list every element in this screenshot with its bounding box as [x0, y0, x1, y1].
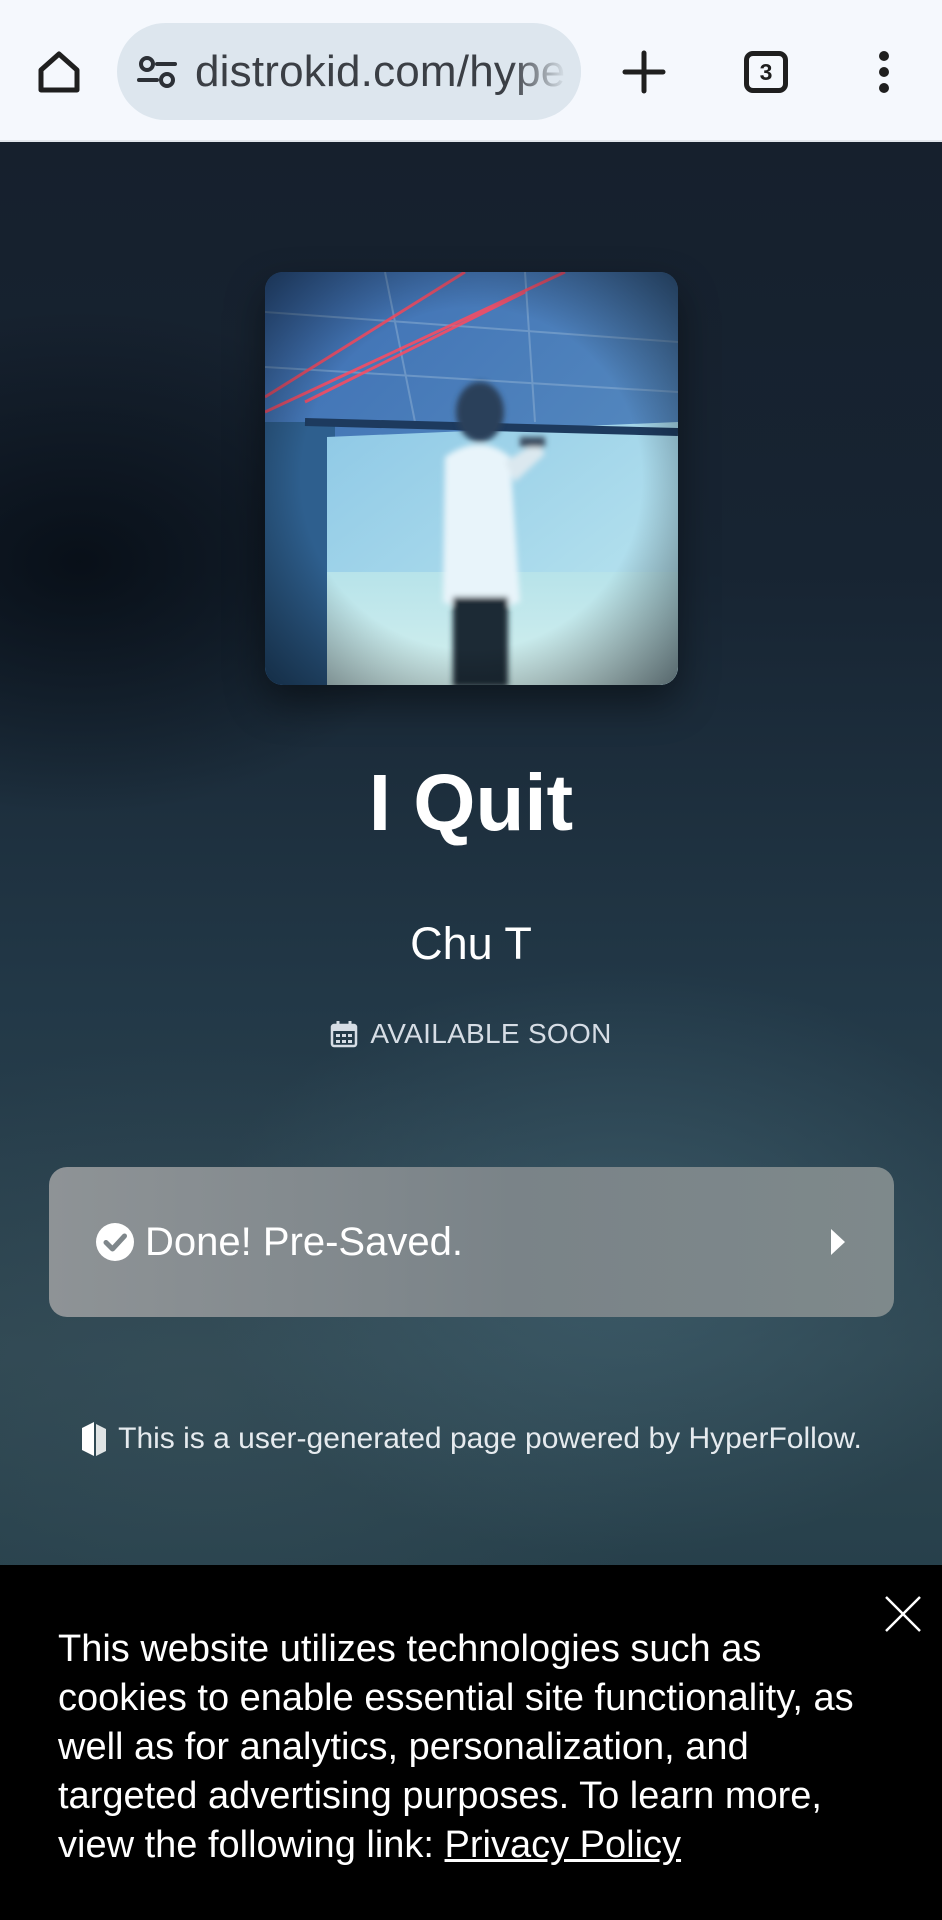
hyperfollow-page: I Quit Chu T AVAILABLE SOON Done! Pre-Sa…: [0, 142, 942, 1565]
cookie-close-button[interactable]: [878, 1589, 928, 1639]
artist-name[interactable]: Chu T: [0, 918, 942, 970]
caret-right-icon: [828, 1226, 848, 1258]
more-vert-icon: [879, 51, 889, 93]
home-button[interactable]: [19, 32, 99, 112]
tab-switcher-button[interactable]: 3: [726, 32, 806, 112]
privacy-policy-link[interactable]: Privacy Policy: [445, 1824, 682, 1866]
url-fade: [511, 23, 581, 120]
calendar-icon: [330, 1020, 358, 1048]
hyperfollow-logo-icon: [80, 1420, 108, 1458]
site-info-icon[interactable]: [135, 50, 179, 94]
home-icon: [38, 51, 80, 93]
powered-by-note: This is a user-generated page powered by…: [0, 1420, 942, 1458]
presave-label: Done! Pre-Saved.: [145, 1219, 463, 1264]
url-text[interactable]: distrokid.com/hype: [195, 47, 565, 97]
release-status: AVAILABLE SOON: [0, 1018, 942, 1050]
more-menu-button[interactable]: [844, 32, 924, 112]
presave-button[interactable]: Done! Pre-Saved.: [49, 1167, 894, 1317]
song-title: I Quit: [368, 758, 574, 847]
tab-switcher-icon: 3: [744, 51, 788, 93]
close-icon: [885, 1596, 921, 1632]
album-cover: [265, 272, 678, 685]
release-status-text: AVAILABLE SOON: [370, 1018, 612, 1049]
cookie-message: This website utilizes technologies such …: [58, 1625, 878, 1870]
browser-toolbar: distrokid.com/hype 3: [0, 0, 942, 142]
powered-by-text[interactable]: This is a user-generated page powered by…: [118, 1422, 862, 1456]
plus-icon: [622, 50, 666, 94]
tab-count: 3: [759, 58, 773, 85]
cookie-banner: This website utilizes technologies such …: [0, 1565, 942, 1920]
check-circle-icon: [95, 1222, 135, 1262]
new-tab-button[interactable]: [604, 32, 684, 112]
address-bar[interactable]: distrokid.com/hype: [117, 23, 581, 120]
